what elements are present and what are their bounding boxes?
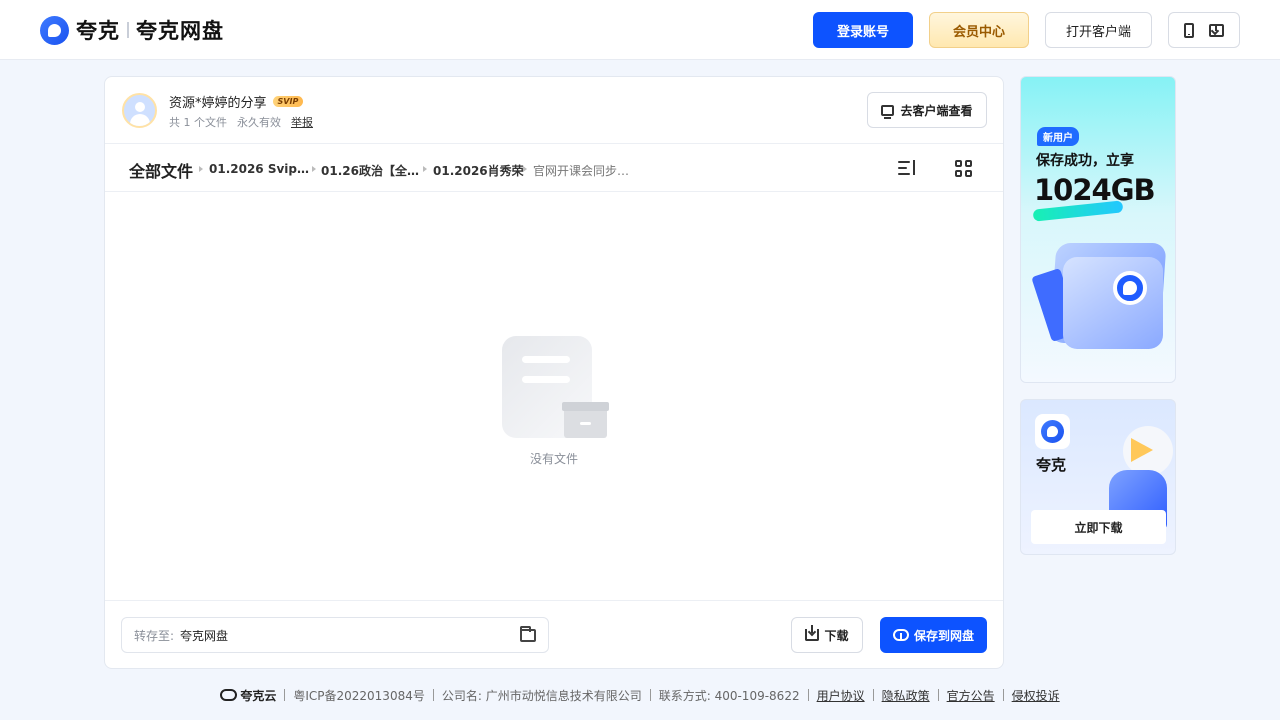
download-label: 下载 — [824, 628, 849, 643]
footer-link-announcements[interactable]: 官方公告 — [947, 687, 995, 704]
product-name: 夸克网盘 — [136, 19, 224, 43]
quark-app-icon — [1035, 414, 1070, 449]
breadcrumb-item[interactable]: 01.2026肖秀荣 — [433, 162, 524, 179]
share-header: 资源*婷婷的分享 SVIP 共 1 个文件 永久有效 举报 去客户端查看 — [105, 77, 1003, 144]
breadcrumb-item-current: 官网开课会同步… — [533, 164, 630, 178]
new-user-badge: 新用户 — [1037, 127, 1079, 146]
footer-brand-name: 夸克云 — [240, 688, 277, 703]
download-now-button[interactable]: 立即下载 — [1031, 510, 1166, 544]
mobile-app-icon[interactable] — [1184, 22, 1195, 38]
breadcrumb-separator-icon — [199, 166, 203, 172]
app-download-banner: 夸克 立即下载 — [1020, 399, 1176, 555]
report-link[interactable]: 举报 — [291, 114, 313, 130]
monitor-icon — [881, 104, 895, 119]
cloud-logo-icon — [220, 689, 238, 701]
device-download-group — [1168, 12, 1240, 48]
footer-divider — [284, 689, 286, 701]
footer-brand: 夸克云 — [220, 687, 276, 704]
breadcrumb-separator-icon — [312, 166, 316, 172]
brand-logo-link[interactable]: 夸克 夸克网盘 — [40, 14, 224, 46]
breadcrumb-separator-icon — [523, 166, 527, 172]
sharer-avatar — [122, 93, 157, 128]
cloud-upload-icon — [892, 629, 909, 641]
app-name: 夸克 — [1036, 456, 1067, 474]
download-button[interactable]: 下载 — [791, 617, 863, 653]
quark-logo-icon — [40, 15, 69, 45]
folder-icon[interactable] — [520, 626, 536, 642]
open-client-button[interactable]: 打开客户端 — [1045, 12, 1152, 48]
new-user-promo-banner[interactable]: 新用户 保存成功，立享 1024GB — [1020, 76, 1176, 383]
share-validity: 永久有效 — [237, 116, 281, 129]
breadcrumb-item[interactable]: 01.26政治【全… — [321, 162, 419, 179]
save-to-drive-label: 保存到网盘 — [913, 628, 974, 643]
view-in-client-button[interactable]: 去客户端查看 — [867, 92, 987, 128]
brand-divider — [127, 22, 129, 38]
login-button[interactable]: 登录账号 — [813, 12, 913, 48]
save-destination-label: 转存至: — [134, 628, 175, 643]
footer-link-infringement[interactable]: 侵权投诉 — [1012, 687, 1060, 704]
top-bar: 夸克 夸克网盘 登录账号 会员中心 打开客户端 — [0, 0, 1280, 60]
vip-center-button[interactable]: 会员中心 — [929, 12, 1029, 48]
breadcrumb-root[interactable]: 全部文件 — [129, 158, 193, 182]
footer-divider — [872, 689, 874, 701]
desktop-download-icon[interactable] — [1208, 23, 1224, 37]
breadcrumb-item[interactable]: 01.2026 Svip… — [209, 162, 309, 176]
footer-link-user-agreement[interactable]: 用户协议 — [817, 687, 865, 704]
page-footer: 夸克云 粤ICP备2022013084号 公司名: 广州市动悦信息技术有限公司 … — [0, 684, 1280, 706]
save-destination-field[interactable]: 转存至: 夸克网盘 — [121, 617, 549, 653]
empty-message: 没有文件 — [529, 452, 578, 466]
sort-icon[interactable] — [898, 160, 918, 176]
save-destination-value: 夸克网盘 — [180, 628, 229, 643]
footer-link-privacy[interactable]: 隐私政策 — [882, 687, 930, 704]
promo-amount: 1024GB — [1034, 173, 1156, 207]
share-panel: 资源*婷婷的分享 SVIP 共 1 个文件 永久有效 举报 去客户端查看 全部文… — [104, 76, 1004, 669]
save-to-drive-button[interactable]: 保存到网盘 — [880, 617, 987, 653]
breadcrumb-separator-icon — [423, 166, 427, 172]
brand-name: 夸克 — [76, 19, 120, 43]
svip-badge: SVIP — [272, 96, 304, 107]
footer-divider — [1002, 689, 1004, 701]
sharer-info: 资源*婷婷的分享 SVIP — [169, 92, 304, 111]
breadcrumb: 全部文件 01.2026 Svip… 01.26政治【全… 01.2026肖秀荣… — [105, 144, 1003, 192]
footer-divider — [937, 689, 939, 701]
footer-divider — [807, 689, 809, 701]
footer-contact: 联系方式: 400-109-8622 — [658, 688, 800, 703]
footer-divider — [649, 689, 651, 701]
footer-company: 公司名: 广州市动悦信息技术有限公司 — [441, 688, 642, 703]
view-in-client-label: 去客户端查看 — [900, 103, 973, 118]
footer-divider — [432, 689, 434, 701]
quark-folder-illustration-icon — [1031, 243, 1167, 351]
download-icon — [805, 625, 820, 641]
share-meta: 共 1 个文件 永久有效 举报 — [169, 114, 313, 130]
footer-icp: 粤ICP备2022013084号 — [293, 688, 425, 703]
action-bar: 转存至: 夸克网盘 下载 保存到网盘 — [105, 600, 1003, 668]
file-list-empty: 没有文件 — [105, 192, 1003, 600]
grid-view-icon[interactable] — [955, 160, 972, 177]
promo-title: 保存成功，立享 — [1036, 153, 1134, 169]
sharer-name: 资源*婷婷的分享 — [169, 96, 267, 111]
empty-folder-icon — [502, 336, 609, 440]
file-count: 共 1 个文件 — [169, 116, 227, 129]
